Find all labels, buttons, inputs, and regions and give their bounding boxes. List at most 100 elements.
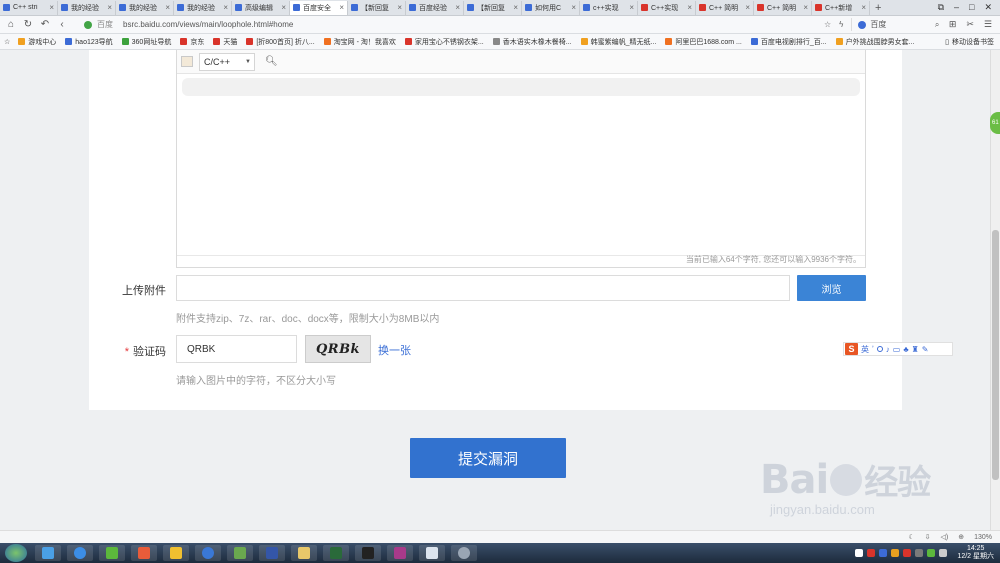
shirt-icon[interactable]: ♜	[912, 345, 919, 354]
taskbar-app-monitor[interactable]	[323, 545, 349, 561]
tab-close-icon[interactable]: ×	[687, 3, 692, 12]
keyboard-icon[interactable]: ▭	[893, 345, 901, 354]
tab-close-icon[interactable]: ×	[513, 3, 518, 12]
volume-icon[interactable]: ◁)	[941, 533, 949, 541]
bookmark-item[interactable]: hao123导航	[65, 37, 113, 47]
browser-tab[interactable]: 高级编辑 ×	[232, 0, 290, 15]
taskbar-app-explorer[interactable]	[35, 545, 61, 561]
taskbar-app-archive[interactable]	[387, 545, 413, 561]
star-icon[interactable]: ☆	[824, 20, 831, 29]
sogou-logo-icon[interactable]: S	[845, 343, 858, 355]
download-icon[interactable]: ⇩	[925, 533, 931, 541]
bookmark-item[interactable]: 淘宝网 - 淘！我喜欢	[323, 37, 396, 47]
restore-icon[interactable]: ⧉	[938, 2, 944, 13]
taskbar-app-capture[interactable]	[131, 545, 157, 561]
taskbar-app-console[interactable]	[355, 545, 381, 561]
attachment-input[interactable]	[176, 275, 790, 301]
skin-icon[interactable]: ♣	[903, 345, 908, 354]
taskbar-app-qq[interactable]	[163, 545, 189, 561]
tray-mail-icon[interactable]	[903, 549, 912, 557]
submit-vulnerability-button[interactable]: 提交漏洞	[410, 438, 566, 478]
browser-tab[interactable]: C++新增 ×	[812, 0, 870, 15]
tab-close-icon[interactable]: ×	[107, 3, 112, 12]
search-box[interactable]: 百度 ⌕	[851, 18, 945, 31]
emoji-icon[interactable]	[876, 346, 883, 352]
tab-close-icon[interactable]: ×	[861, 3, 866, 12]
zoom-level[interactable]: 130%	[974, 534, 992, 541]
tab-close-icon[interactable]: ×	[165, 3, 170, 12]
tab-close-icon[interactable]: ×	[629, 3, 634, 12]
bookmark-item[interactable]: 游戏中心	[18, 37, 56, 47]
taskbar-app-game[interactable]	[227, 545, 253, 561]
new-tab-button[interactable]: +	[875, 2, 881, 14]
bookmark-item[interactable]: 家用宝心不锈钢衣架...	[404, 37, 484, 47]
tray-sogou-icon[interactable]	[891, 549, 900, 557]
browser-tab[interactable]: 百度安全 ×	[290, 0, 348, 15]
bookmark-item[interactable]: 京东	[180, 37, 204, 47]
bookmark-item[interactable]: 天猫	[213, 37, 237, 47]
tray-status-icon[interactable]	[927, 549, 936, 557]
tab-close-icon[interactable]: ×	[339, 3, 344, 12]
tab-close-icon[interactable]: ×	[455, 3, 460, 12]
lightning-icon[interactable]: ϟ	[839, 20, 843, 29]
home-icon[interactable]: ⌂	[4, 19, 18, 30]
captcha-refresh-link[interactable]: 换一张	[378, 342, 411, 358]
browser-tab[interactable]: C++ 简明 ×	[696, 0, 754, 15]
taskbar-app-browser[interactable]	[195, 545, 221, 561]
back-history-icon[interactable]: ↶	[38, 19, 52, 30]
tab-close-icon[interactable]: ×	[803, 3, 808, 12]
close-icon[interactable]: ✕	[984, 2, 992, 13]
browser-tab[interactable]: C++ stri ×	[0, 0, 58, 15]
tray-help-icon[interactable]	[879, 549, 888, 557]
bookmark-item[interactable]: 香木语实木橡木餐椅...	[492, 37, 572, 47]
scroll-thumb[interactable]	[992, 230, 999, 480]
tab-close-icon[interactable]: ×	[281, 3, 286, 12]
menu-icon[interactable]: ☰	[984, 19, 992, 30]
browser-tab[interactable]: C++ 简明 ×	[754, 0, 812, 15]
ime-mode[interactable]: 英	[861, 344, 869, 355]
bookmark-item[interactable]: 360网址导航	[121, 37, 171, 47]
magnifier-icon[interactable]: 🔍︎	[265, 56, 278, 67]
wrench-icon[interactable]: ✎	[922, 345, 929, 354]
browser-tab[interactable]: 百度经验 ×	[406, 0, 464, 15]
back-icon[interactable]: ‹	[55, 19, 69, 30]
taskbar-app-ie[interactable]	[67, 545, 93, 561]
bookmark-item[interactable]: 阿里巴巴1688.com ...	[665, 37, 742, 47]
tab-close-icon[interactable]: ×	[49, 3, 54, 12]
code-editor[interactable]: C/C++ ▼ 🔍︎ 当前已输入64个字符, 您还可以输入9936个字符。	[176, 50, 866, 268]
tab-close-icon[interactable]: ×	[745, 3, 750, 12]
mobile-bookmarks[interactable]: ▯ 移动设备书签	[945, 37, 1000, 47]
url-field[interactable]: 百度 bsrc.baidu.com/views/main/loophole.ht…	[84, 19, 824, 30]
taskbar-app-folder[interactable]	[291, 545, 317, 561]
bookmark-star-icon[interactable]: ☆	[4, 38, 10, 46]
taskbar-app-notes[interactable]	[419, 545, 445, 561]
refresh-icon[interactable]: ↻	[21, 19, 35, 30]
punctuation-icon[interactable]: ʼ	[872, 345, 874, 354]
side-floating-badge[interactable]: 61	[990, 112, 1000, 134]
browser-tab[interactable]: 【新回复 ×	[348, 0, 406, 15]
zoom-icon[interactable]: ⊕	[958, 533, 964, 541]
search-icon[interactable]: ⌕	[935, 20, 939, 30]
tab-close-icon[interactable]: ×	[397, 3, 402, 12]
tray-network-icon[interactable]	[915, 549, 924, 557]
night-mode-icon[interactable]: ☾	[908, 533, 914, 541]
taskbar-app-tool[interactable]	[451, 545, 477, 561]
captcha-image[interactable]: QRBk	[305, 335, 371, 363]
taskbar-app-devcpp[interactable]	[259, 545, 285, 561]
minimize-icon[interactable]: –	[954, 2, 959, 13]
tray-ime-icon[interactable]	[855, 549, 864, 557]
language-select[interactable]: C/C++ ▼	[199, 52, 255, 71]
tab-close-icon[interactable]: ×	[223, 3, 228, 12]
cut-icon[interactable]: ✂	[966, 19, 974, 30]
taskbar-app-media[interactable]	[99, 545, 125, 561]
code-icon[interactable]	[181, 56, 193, 67]
bookmark-item[interactable]: 户外挑战围脖男女套...	[835, 37, 914, 47]
bookmark-item[interactable]: [折800首页] 折八...	[246, 37, 315, 47]
tab-close-icon[interactable]: ×	[571, 3, 576, 12]
browser-tab[interactable]: 【新回复 ×	[464, 0, 522, 15]
mic-icon[interactable]: ♪	[886, 345, 890, 354]
captcha-input[interactable]: QRBK	[176, 335, 297, 363]
bookmark-item[interactable]: 韩蜜紫编帆_精无纸...	[580, 37, 656, 47]
bookmark-item[interactable]: 百度电视剧排行_百...	[750, 37, 827, 47]
cart-icon[interactable]: ⊞	[949, 19, 957, 30]
